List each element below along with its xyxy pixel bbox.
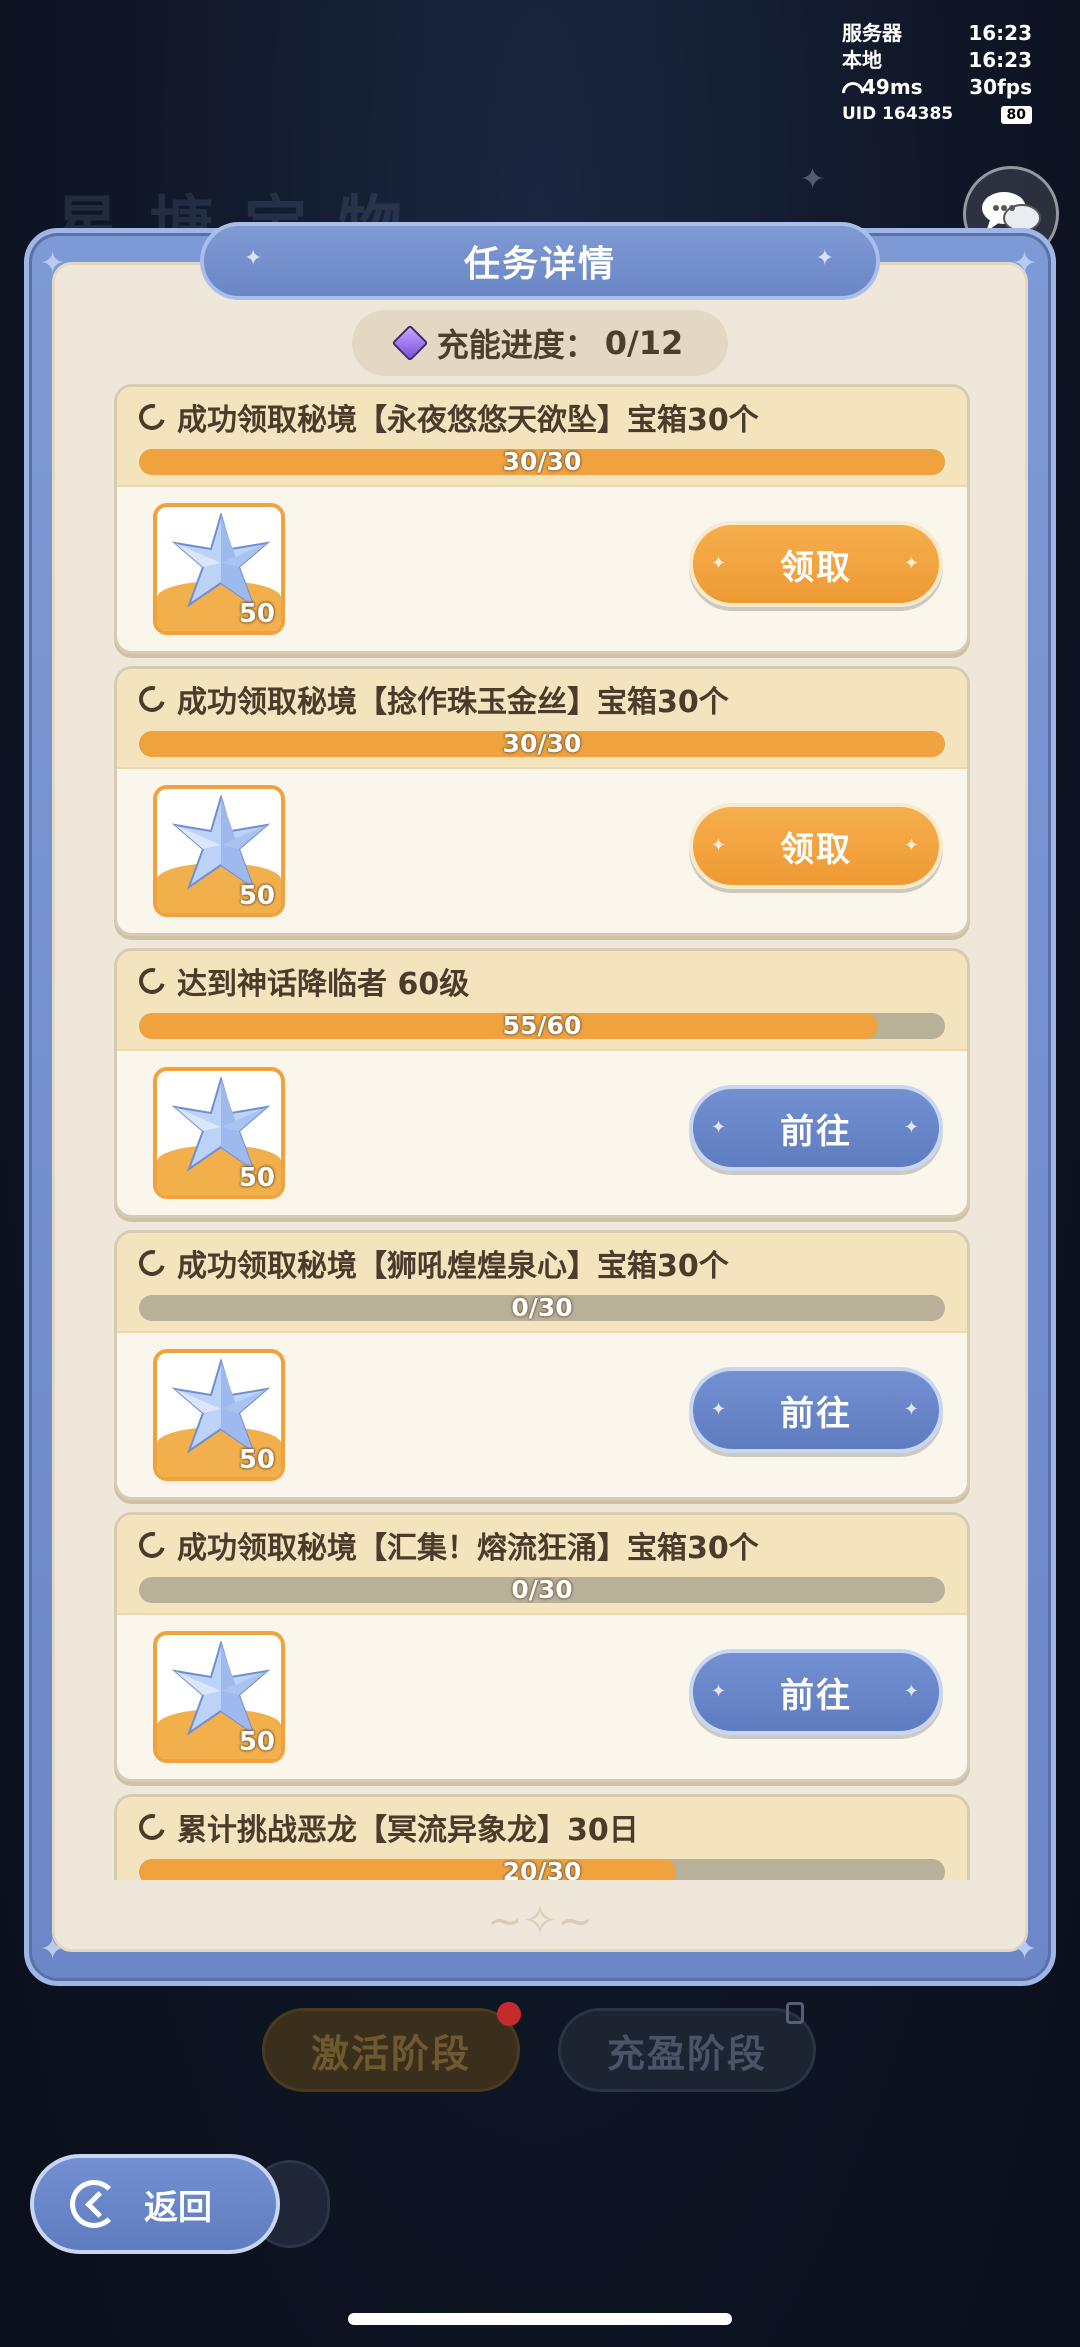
task-card: 成功领取秘境【永夜悠悠天欲坠】宝箱30个 30/30 50 领取: [114, 384, 970, 654]
task-title: 成功领取秘境【捻作珠玉金丝】宝箱30个: [177, 685, 729, 720]
status-hud: 服务器 16:23 本地 16:23 49ms 30fps UID 164385 80: [842, 20, 1032, 128]
phase-full-button[interactable]: 充盈阶段: [558, 2008, 816, 2092]
task-header: 累计挑战恶龙【冥流异象龙】30日 20/30: [117, 1797, 967, 1880]
task-card: 累计挑战恶龙【冥流异象龙】30日 20/30 50 前往: [114, 1794, 970, 1880]
back-label: 返回: [144, 2187, 212, 2228]
claim-button[interactable]: 领取: [689, 803, 943, 889]
corner-ornament-icon: ✦: [1012, 1932, 1038, 1967]
reward-count: 50: [238, 599, 275, 629]
fps-value: 30fps: [969, 75, 1032, 99]
task-title: 达到神话降临者 60级: [177, 967, 470, 1002]
reward-item[interactable]: 50: [153, 1349, 285, 1481]
task-title-row: 成功领取秘境【汇集！熔流狂涌】宝箱30个: [134, 1525, 945, 1566]
star-crystal-icon: [171, 1359, 271, 1454]
reward-count: 50: [238, 1727, 275, 1757]
star-crystal-icon: [171, 513, 271, 608]
reward-item[interactable]: 50: [153, 785, 285, 917]
task-progress-text: 0/30: [511, 1577, 573, 1603]
task-progress-bar: 30/30: [139, 731, 945, 757]
notification-dot: [497, 2002, 521, 2026]
task-title: 成功领取秘境【狮吼煌煌泉心】宝箱30个: [177, 1249, 729, 1284]
goto-button[interactable]: 前往: [689, 1649, 943, 1735]
reward-count: 50: [238, 881, 275, 911]
task-body: 50 前往: [117, 1333, 967, 1497]
moon-icon: [134, 681, 170, 717]
task-title-row: 成功领取秘境【狮吼煌煌泉心】宝箱30个: [134, 1243, 945, 1284]
charge-label: 充能进度：: [436, 326, 597, 364]
task-progress-bar: 20/30: [139, 1859, 945, 1880]
battery-icon: 80: [1000, 105, 1032, 124]
task-title: 成功领取秘境【永夜悠悠天欲坠】宝箱30个: [177, 403, 759, 438]
task-title-row: 累计挑战恶龙【冥流异象龙】30日: [134, 1807, 945, 1848]
task-header: 达到神话降临者 60级 55/60: [117, 951, 967, 1051]
goto-button[interactable]: 前往: [689, 1367, 943, 1453]
server-time: 16:23: [968, 21, 1032, 45]
uid-label: UID 164385: [842, 104, 954, 124]
task-progress-bar: 0/30: [139, 1577, 945, 1603]
task-title: 成功领取秘境【汇集！熔流狂涌】宝箱30个: [177, 1531, 759, 1566]
task-progress-text: 30/30: [502, 449, 582, 475]
corner-ornament-icon: ✦: [1012, 246, 1038, 281]
task-body: 50 前往: [117, 1615, 967, 1779]
ping-value: 49ms: [862, 75, 923, 99]
local-label: 本地: [842, 48, 882, 72]
lock-icon: [786, 2002, 804, 2024]
back-button[interactable]: 返回: [30, 2154, 280, 2254]
sparkle-icon: ✦: [800, 162, 826, 197]
server-label: 服务器: [842, 21, 902, 45]
phase-active-button[interactable]: 激活阶段: [262, 2008, 520, 2092]
corner-ornament-icon: ✦: [40, 246, 66, 281]
task-header: 成功领取秘境【捻作珠玉金丝】宝箱30个 30/30: [117, 669, 967, 769]
task-body: 50 前往: [117, 1051, 967, 1215]
task-header: 成功领取秘境【汇集！熔流狂涌】宝箱30个 0/30: [117, 1515, 967, 1615]
local-time: 16:23: [968, 48, 1032, 72]
task-card: 成功领取秘境【捻作珠玉金丝】宝箱30个 30/30 50 领取: [114, 666, 970, 936]
back-arrow-icon: [70, 2180, 118, 2228]
wifi-icon: [842, 82, 858, 94]
moon-icon: [134, 399, 170, 435]
task-title-row: 成功领取秘境【捻作珠玉金丝】宝箱30个: [134, 679, 945, 720]
reward-item[interactable]: 50: [153, 1067, 285, 1199]
task-progress-bar: 55/60: [139, 1013, 945, 1039]
task-progress-text: 0/30: [511, 1295, 573, 1321]
panel-title: 任务详情: [200, 222, 880, 300]
task-card: 成功领取秘境【狮吼煌煌泉心】宝箱30个 0/30 50 前往: [114, 1230, 970, 1500]
moon-icon: [134, 963, 170, 999]
task-progress-bar: 0/30: [139, 1295, 945, 1321]
reward-item[interactable]: 50: [153, 1631, 285, 1763]
goto-button[interactable]: 前往: [689, 1085, 943, 1171]
moon-icon: [134, 1809, 170, 1845]
reward-count: 50: [238, 1445, 275, 1475]
task-card: 成功领取秘境【汇集！熔流狂涌】宝箱30个 0/30 50 前往: [114, 1512, 970, 1782]
corner-ornament-icon: ✦: [40, 1932, 66, 1967]
moon-icon: [134, 1527, 170, 1563]
claim-button[interactable]: 领取: [689, 521, 943, 607]
task-progress-bar: 30/30: [139, 449, 945, 475]
task-card: 达到神话降临者 60级 55/60 50 前往: [114, 948, 970, 1218]
star-crystal-icon: [171, 795, 271, 890]
task-progress-text: 20/30: [502, 1859, 582, 1880]
task-header: 成功领取秘境【狮吼煌煌泉心】宝箱30个 0/30: [117, 1233, 967, 1333]
charge-value: 0/12: [604, 324, 684, 362]
task-body: 50 领取: [117, 487, 967, 651]
crystal-icon: [391, 324, 429, 362]
task-list[interactable]: 成功领取秘境【永夜悠悠天欲坠】宝箱30个 30/30 50 领取 成功领取秘境【…: [114, 384, 970, 1880]
star-crystal-icon: [171, 1641, 271, 1736]
task-header: 成功领取秘境【永夜悠悠天欲坠】宝箱30个 30/30: [117, 387, 967, 487]
task-progress-text: 30/30: [502, 731, 582, 757]
reward-item[interactable]: 50: [153, 503, 285, 635]
task-title-row: 成功领取秘境【永夜悠悠天欲坠】宝箱30个: [134, 397, 945, 438]
task-title: 累计挑战恶龙【冥流异象龙】30日: [177, 1813, 639, 1848]
reward-count: 50: [238, 1163, 275, 1193]
moon-icon: [134, 1245, 170, 1281]
task-body: 50 领取: [117, 769, 967, 933]
charge-progress: 充能进度： 0/12: [352, 310, 728, 376]
star-crystal-icon: [171, 1077, 271, 1172]
bottom-ornament-icon: ~✧~: [487, 1895, 593, 1945]
task-title-row: 达到神话降临者 60级: [134, 961, 945, 1002]
task-progress-text: 55/60: [502, 1013, 582, 1039]
home-indicator[interactable]: [348, 2313, 732, 2325]
